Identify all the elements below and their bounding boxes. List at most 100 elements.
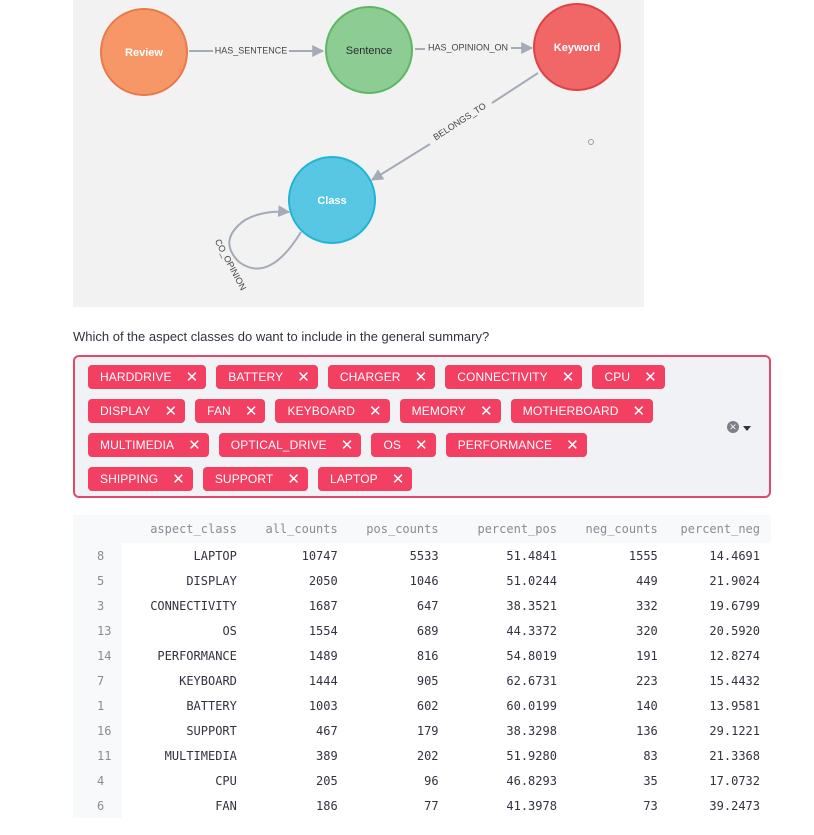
chip-multimedia[interactable]: MULTIMEDIA ✕ xyxy=(88,433,209,457)
chip-label: CHARGER xyxy=(339,370,401,384)
cell-all-counts: 467 xyxy=(316,723,338,738)
data-table: aspect_class all_counts pos_counts percent_… xyxy=(73,515,771,818)
chip-fan[interactable]: FAN ✕ xyxy=(195,399,266,423)
chip-support[interactable]: SUPPORT ✕ xyxy=(202,467,308,491)
chip-label: SHIPPING xyxy=(100,472,159,486)
cell-percent-pos: 44.3372 xyxy=(506,623,557,638)
chip-harddrive[interactable]: HARDDRIVE ✕ xyxy=(88,365,207,389)
row-index: 4 xyxy=(73,768,123,793)
cell-neg-counts: 332 xyxy=(636,598,658,613)
chip-label: OS xyxy=(383,438,402,452)
table-row[interactable]: 11 MULTIMEDIA 389 202 51.9280 83 21.3368 xyxy=(73,743,771,768)
cell-pos-counts: 77 xyxy=(424,798,439,813)
table-row[interactable]: 16 SUPPORT 467 179 38.3298 136 29.1221 xyxy=(73,718,771,743)
column-header-percent-pos[interactable]: percent_pos xyxy=(449,515,568,543)
table-row[interactable]: 3 CONNECTIVITY 1687 647 38.3521 332 19.6799 xyxy=(73,593,771,618)
close-icon[interactable]: ✕ xyxy=(415,370,428,385)
cell-all-counts: 1687 xyxy=(308,598,338,613)
chip-memory[interactable]: MEMORY ✕ xyxy=(399,399,501,423)
table-row[interactable]: 14 PERFORMANCE 1489 816 54.8019 191 12.8274 xyxy=(73,643,771,668)
table-row[interactable]: 5 DISPLAY 2050 1046 51.0244 449 21.9024 xyxy=(73,568,771,593)
column-header-percent-neg[interactable]: percent_neg xyxy=(668,515,771,543)
aspect-class-multiselect[interactable]: HARDDRIVE ✕ BATTERY ✕ CHARGER ✕ CONNECTIVITY ✕ C… xyxy=(73,355,771,498)
cell-all-counts: 186 xyxy=(316,798,338,813)
table-row[interactable]: 13 OS 1554 689 44.3372 320 20.5920 xyxy=(73,618,771,643)
table-row[interactable]: 1 BATTERY 1003 602 60.0199 140 13.9581 xyxy=(73,693,771,718)
close-icon[interactable]: ✕ xyxy=(341,438,354,453)
close-icon[interactable]: ✕ xyxy=(415,438,428,453)
cell-percent-neg: 20.5920 xyxy=(709,623,760,638)
chip-optical-drive[interactable]: OPTICAL_DRIVE ✕ xyxy=(218,433,362,457)
node-label-review: Review xyxy=(125,47,163,59)
node-review[interactable]: Review xyxy=(100,8,188,96)
cell-percent-pos: 51.9280 xyxy=(506,748,557,763)
close-icon[interactable]: ✕ xyxy=(245,404,258,419)
node-keyword[interactable]: Keyword xyxy=(533,3,621,91)
close-icon[interactable]: ✕ xyxy=(172,472,185,487)
chip-charger[interactable]: CHARGER ✕ xyxy=(327,365,436,389)
close-icon[interactable]: ✕ xyxy=(297,370,310,385)
chip-motherboard[interactable]: MOTHERBOARD ✕ xyxy=(510,399,654,423)
multiselect-question-label: Which of the aspect classes do want to i… xyxy=(73,329,490,344)
cell-aspect-class: FAN xyxy=(215,798,237,813)
close-icon[interactable]: ✕ xyxy=(644,370,657,385)
chip-label: DISPLAY xyxy=(100,404,151,418)
row-index: 16 xyxy=(73,718,123,743)
close-icon[interactable]: ✕ xyxy=(165,404,178,419)
close-icon[interactable]: ✕ xyxy=(369,404,382,419)
close-icon[interactable]: ✕ xyxy=(186,370,199,385)
close-icon[interactable]: ✕ xyxy=(480,404,493,419)
node-label-keyword: Keyword xyxy=(554,42,600,54)
node-sentence[interactable]: Sentence xyxy=(325,6,413,94)
chip-os[interactable]: OS ✕ xyxy=(371,433,436,457)
row-index: 11 xyxy=(73,743,123,768)
chip-laptop[interactable]: LAPTOP ✕ xyxy=(318,467,413,491)
close-icon[interactable]: ✕ xyxy=(287,472,300,487)
chip-shipping[interactable]: SHIPPING ✕ xyxy=(88,467,193,491)
edge-label-belongs-to: BELONGS_TO xyxy=(431,101,487,143)
node-class[interactable]: Class xyxy=(288,156,376,244)
cell-pos-counts: 689 xyxy=(416,623,439,638)
chip-display[interactable]: DISPLAY ✕ xyxy=(88,399,186,423)
close-icon[interactable]: ✕ xyxy=(188,438,201,453)
table-row[interactable]: 7 KEYBOARD 1444 905 62.6731 223 15.4432 xyxy=(73,668,771,693)
close-icon[interactable]: ✕ xyxy=(392,472,405,487)
chip-performance[interactable]: PERFORMANCE ✕ xyxy=(445,433,587,457)
cell-pos-counts: 5533 xyxy=(409,548,439,563)
cell-aspect-class: LAPTOP xyxy=(193,548,237,563)
graph-canvas[interactable]: HAS_SENTENCE HAS_OPINION_ON BELONGS_TO C… xyxy=(73,0,644,307)
cell-percent-neg: 14.4691 xyxy=(709,548,760,563)
chip-label: FAN xyxy=(207,404,231,418)
cell-all-counts: 1554 xyxy=(308,623,338,638)
close-icon[interactable]: ✕ xyxy=(633,404,646,419)
cell-aspect-class: MULTIMEDIA xyxy=(164,748,237,763)
chip-connectivity[interactable]: CONNECTIVITY ✕ xyxy=(445,365,583,389)
cell-neg-counts: 191 xyxy=(636,648,658,663)
column-header-neg-counts[interactable]: neg_counts xyxy=(567,515,669,543)
cell-percent-neg: 29.1221 xyxy=(709,723,760,738)
close-icon[interactable]: ✕ xyxy=(566,438,579,453)
chevron-down-icon[interactable] xyxy=(743,426,751,431)
chip-battery[interactable]: BATTERY ✕ xyxy=(216,365,318,389)
table-row[interactable]: 8 LAPTOP 10747 5533 51.4841 1555 14.4691 xyxy=(73,543,771,568)
edge-belongs-to[interactable]: BELONGS_TO xyxy=(370,72,539,181)
column-header-pos-counts[interactable]: pos_counts xyxy=(348,515,450,543)
edge-co-opinion[interactable]: CO_OPINION xyxy=(213,205,302,292)
edge-has-sentence[interactable]: HAS_SENTENCE xyxy=(189,45,325,57)
chip-label: HARDDRIVE xyxy=(100,370,172,384)
chip-cpu[interactable]: CPU ✕ xyxy=(592,365,665,389)
edge-has-opinion-on[interactable]: HAS_OPINION_ON xyxy=(415,42,534,54)
chip-label: KEYBOARD xyxy=(287,404,355,418)
table-row[interactable]: 6 FAN 186 77 41.3978 73 39.2473 xyxy=(73,793,771,818)
chip-keyboard[interactable]: KEYBOARD ✕ xyxy=(275,399,390,423)
table-row[interactable]: 4 CPU 205 96 46.8293 35 17.0732 xyxy=(73,768,771,793)
chip-label: CONNECTIVITY xyxy=(457,370,548,384)
column-header-all-counts[interactable]: all_counts xyxy=(247,515,349,543)
cell-neg-counts: 223 xyxy=(636,673,658,688)
column-header-aspect-class[interactable]: aspect_class xyxy=(122,515,248,543)
schema-graph[interactable]: HAS_SENTENCE HAS_OPINION_ON BELONGS_TO C… xyxy=(73,0,644,307)
aspect-summary-table[interactable]: aspect_class all_counts pos_counts percent_… xyxy=(73,515,771,835)
clear-all-icon[interactable]: ✕ xyxy=(727,421,739,433)
row-index: 13 xyxy=(73,618,123,643)
close-icon[interactable]: ✕ xyxy=(562,370,575,385)
